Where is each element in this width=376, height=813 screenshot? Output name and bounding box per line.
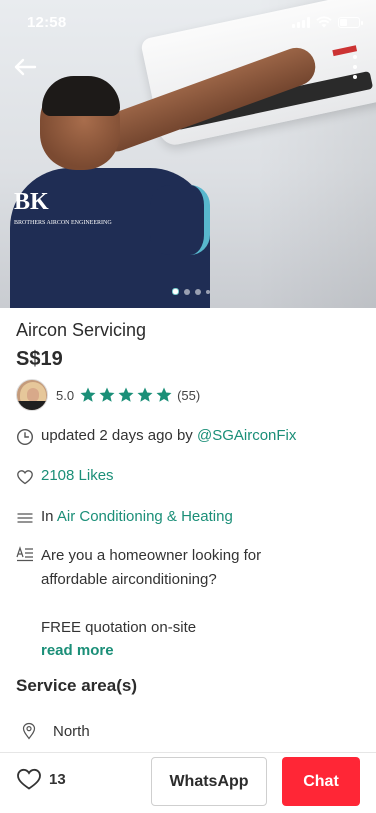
likes-row[interactable]: 2108 Likes [16, 467, 114, 486]
category-prefix: In [41, 508, 57, 525]
updated-row: updated 2 days ago by @SGAirconFix [16, 427, 296, 446]
technician-hair [42, 76, 120, 116]
listing-photo[interactable]: BK BROTHERS AIRCON ENGINEERING 12:58 [0, 0, 376, 308]
star-icon [80, 387, 96, 402]
rating-score: 5.0 [56, 387, 75, 403]
clock-icon [16, 428, 34, 446]
service-area-name: North [53, 722, 90, 740]
rating-stars [79, 386, 173, 404]
star-icon [99, 387, 115, 402]
star-icon [156, 387, 172, 402]
carousel-dots [172, 288, 210, 295]
shirt-logo: BK BROTHERS AIRCON ENGINEERING [14, 190, 124, 230]
category-row: In Air Conditioning & Heating [16, 508, 233, 527]
carousel-dot[interactable] [172, 288, 179, 295]
status-bar: 12:58 [0, 0, 376, 44]
like-count: 13 [49, 770, 66, 788]
carousel-dot[interactable] [184, 288, 190, 295]
bottom-action-bar: 13 WhatsApp Chat [0, 752, 376, 813]
like-button[interactable]: 13 [16, 767, 66, 791]
shirt-logo-text: BROTHERS AIRCON ENGINEERING [14, 220, 112, 226]
description-line: FREE quotation on-site [41, 619, 197, 636]
description-line: Are you a homeowner looking for [41, 547, 262, 564]
seller-rating[interactable]: 5.0 (55) [16, 378, 200, 412]
chat-button[interactable]: Chat [282, 757, 360, 806]
back-arrow-icon[interactable] [10, 52, 40, 82]
read-more-link[interactable]: read more [41, 642, 114, 659]
category-link[interactable]: Air Conditioning & Heating [57, 508, 233, 525]
wifi-icon [316, 16, 332, 28]
whatsapp-button[interactable]: WhatsApp [151, 757, 267, 806]
carousel-dot[interactable] [195, 288, 201, 295]
shirt-logo-mark: BK [14, 189, 49, 215]
more-options-icon[interactable] [350, 55, 360, 79]
status-time: 12:58 [27, 14, 67, 31]
service-area-heading: Service area(s) [16, 676, 137, 695]
listing-title: Aircon Servicing [16, 320, 147, 340]
heart-outline-icon [17, 768, 41, 790]
updated-text: updated 2 days ago by [41, 427, 197, 444]
description-line: affordable airconditioning? [41, 571, 217, 588]
carousel-dot[interactable] [206, 289, 210, 294]
seller-avatar[interactable] [16, 379, 48, 411]
location-pin-icon [22, 722, 36, 740]
signal-icon [292, 16, 310, 28]
listing-price: S$19 [16, 348, 63, 370]
review-count[interactable]: (55) [177, 388, 200, 403]
star-icon [137, 387, 153, 402]
battery-icon [338, 16, 363, 28]
technician-sleeve [150, 185, 210, 255]
likes-count[interactable]: 2108 Likes [41, 467, 114, 484]
star-icon [118, 387, 134, 402]
text-description-icon [16, 546, 33, 562]
status-icons [292, 16, 363, 28]
seller-link[interactable]: @SGAirconFix [197, 427, 296, 444]
heart-icon [17, 470, 33, 485]
list-icon [17, 513, 33, 523]
description-row: Are you a homeowner looking for affordab… [16, 544, 341, 640]
service-area-item: North [20, 722, 90, 740]
